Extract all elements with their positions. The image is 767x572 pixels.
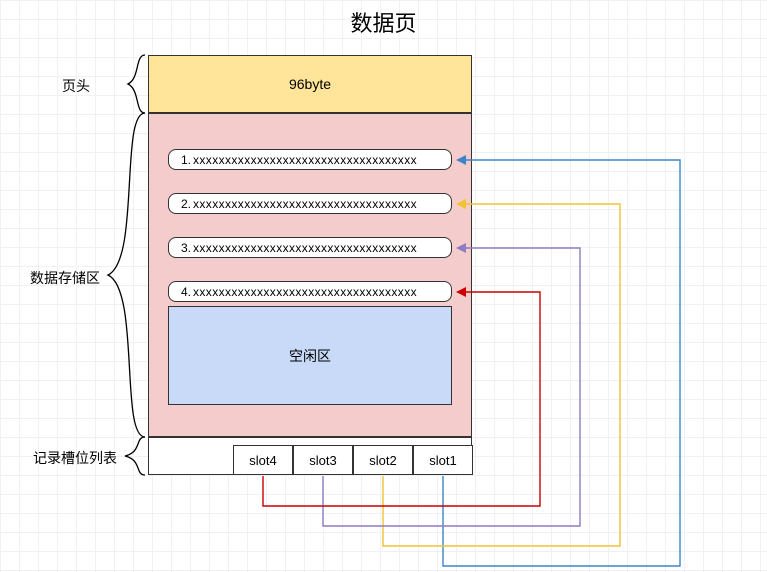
section-label-storage: 数据存储区 <box>20 268 100 288</box>
row-index: 2. <box>169 197 193 211</box>
row-content: xxxxxxxxxxxxxxxxxxxxxxxxxxxxxxxxxxx <box>193 153 451 167</box>
data-row: 4. xxxxxxxxxxxxxxxxxxxxxxxxxxxxxxxxxxx <box>168 281 452 302</box>
row-content: xxxxxxxxxxxxxxxxxxxxxxxxxxxxxxxxxxx <box>193 285 451 299</box>
section-label-slots: 记录槽位列表 <box>20 448 117 468</box>
slot-cell: slot4 <box>233 445 293 475</box>
row-index: 4. <box>169 285 193 299</box>
section-label-header: 页头 <box>50 76 90 96</box>
data-row: 3. xxxxxxxxxxxxxxxxxxxxxxxxxxxxxxxxxxx <box>168 237 452 258</box>
row-index: 1. <box>169 153 193 167</box>
slot-cell: slot3 <box>293 445 353 475</box>
row-content: xxxxxxxxxxxxxxxxxxxxxxxxxxxxxxxxxxx <box>193 197 451 211</box>
slot-label: slot4 <box>249 453 276 468</box>
row-content: xxxxxxxxxxxxxxxxxxxxxxxxxxxxxxxxxxx <box>193 241 451 255</box>
slot-cell: slot2 <box>353 445 413 475</box>
slot-label: slot3 <box>309 453 336 468</box>
slot-label: slot1 <box>429 453 456 468</box>
slot-cell: slot1 <box>413 445 473 475</box>
diagram-title: 数据页 <box>0 6 767 38</box>
page-header-block: 96byte <box>148 55 472 113</box>
data-row: 1. xxxxxxxxxxxxxxxxxxxxxxxxxxxxxxxxxxx <box>168 149 452 170</box>
page-header-text: 96byte <box>289 76 331 92</box>
slot-label: slot2 <box>369 453 396 468</box>
idle-label: 空闲区 <box>289 346 331 366</box>
idle-area: 空闲区 <box>168 306 452 405</box>
row-index: 3. <box>169 241 193 255</box>
data-row: 2. xxxxxxxxxxxxxxxxxxxxxxxxxxxxxxxxxxx <box>168 193 452 214</box>
